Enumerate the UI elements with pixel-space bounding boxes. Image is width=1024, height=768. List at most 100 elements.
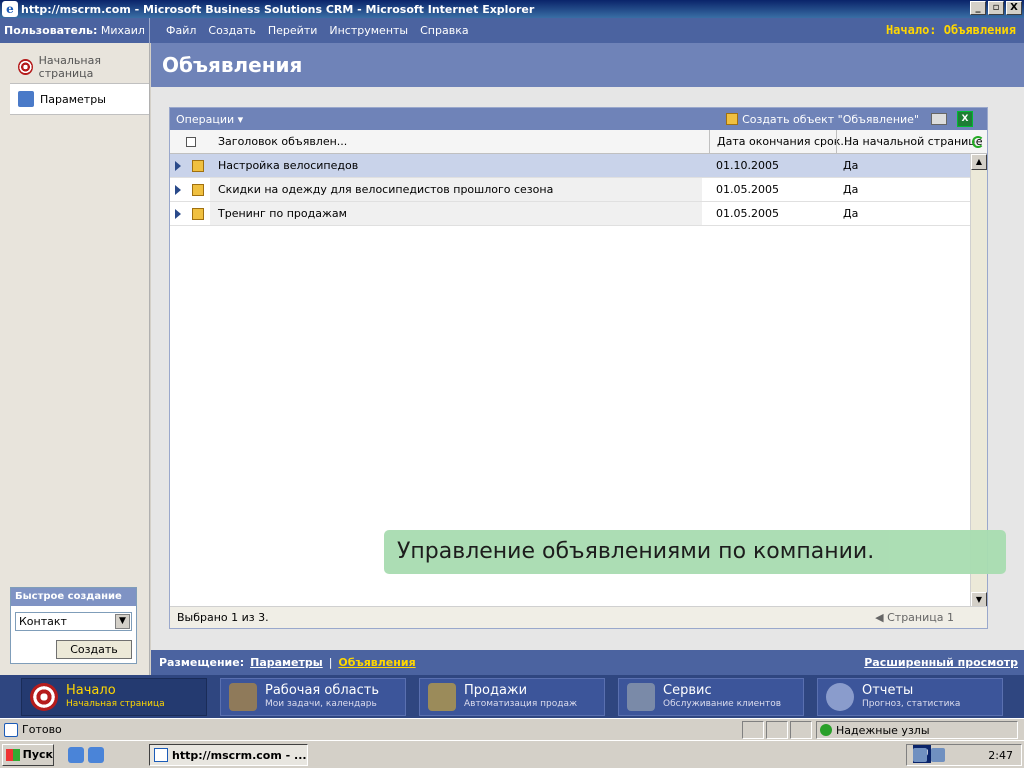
service-icon	[627, 682, 655, 711]
select-all-checkbox[interactable]	[186, 136, 196, 147]
check-icon	[820, 724, 832, 736]
quick-create-selected: Контакт	[19, 615, 67, 628]
grid-header: Заголовок объявлен... Дата окончания сро…	[170, 129, 987, 154]
column-header-title[interactable]: Заголовок объявлен...	[218, 135, 347, 148]
print-icon[interactable]	[931, 113, 947, 125]
maximize-button[interactable]: ▫	[988, 1, 1004, 15]
expand-arrow-icon[interactable]	[175, 208, 181, 219]
advanced-view-link[interactable]: Расширенный просмотр	[864, 656, 1018, 669]
row-home-page: Да	[843, 183, 859, 196]
refresh-icon[interactable]	[972, 135, 984, 148]
nav-tab-subtitle: Обслуживание клиентов	[663, 698, 782, 709]
user-info: Пользователь: Михаил ...	[0, 18, 150, 43]
network-icon[interactable]	[913, 748, 927, 762]
bottom-navigation: Начало Начальная страница Рабочая область…	[0, 675, 1024, 718]
start-button[interactable]: Пуск	[2, 743, 54, 766]
taskbar-window-button[interactable]: http://mscrm.com - ...	[149, 744, 308, 766]
create-announcement-button[interactable]: Создать объект "Объявление"	[726, 113, 919, 126]
breadcrumb-label: Размещение:	[159, 656, 245, 669]
grid-footer: Выбрано 1 из 3. ◀ Страница 1	[170, 606, 987, 628]
selection-count: Выбрано 1 из 3.	[177, 611, 269, 624]
nav-tab-subtitle: Мои задачи, календарь	[265, 698, 377, 709]
grid-toolbar: Операции ▾ Создать объект "Объявление" X	[170, 108, 987, 130]
nav-tab-reports[interactable]: Отчеты Прогноз, статистика	[817, 677, 1003, 716]
quick-create-title: Быстрое создание	[11, 588, 136, 606]
announcement-icon	[192, 159, 204, 172]
menu-help[interactable]: Справка	[420, 24, 468, 37]
chevron-down-icon[interactable]: ▼	[115, 614, 130, 629]
main-content: Объявления Операции ▾ Создать объект "Об…	[151, 43, 1024, 675]
breadcrumb-parameters[interactable]: Параметры	[250, 656, 323, 669]
table-row[interactable]: Скидки на одежду для велосипедистов прош…	[170, 178, 971, 202]
menu-create[interactable]: Создать	[208, 24, 256, 37]
nav-item-parameters[interactable]: Параметры	[10, 83, 149, 115]
nav-tab-title: Отчеты	[862, 682, 914, 698]
minimize-button[interactable]: _	[970, 1, 986, 15]
nav-tab-subtitle: Автоматизация продаж	[464, 698, 578, 709]
create-announcement-label: Создать объект "Объявление"	[742, 112, 919, 126]
nav-tab-home[interactable]: Начало Начальная страница	[21, 677, 207, 716]
menu-tools[interactable]: Инструменты	[329, 24, 408, 37]
system-tray: 2:47	[906, 744, 1022, 766]
nav-tab-workplace[interactable]: Рабочая область Мои задачи, календарь	[220, 677, 406, 716]
target-icon	[30, 682, 58, 711]
announcement-icon	[192, 207, 204, 220]
browser-statusbar: Готово Надежные узлы	[0, 718, 1024, 740]
user-name[interactable]: Михаил ...	[101, 24, 149, 37]
expand-arrow-icon[interactable]	[175, 184, 181, 195]
announcement-icon	[726, 113, 739, 125]
zone-label: Надежные узлы	[836, 723, 930, 737]
status-cell	[766, 720, 788, 739]
breadcrumb-announcements[interactable]: Объявления	[338, 656, 415, 669]
table-row[interactable]: Тренинг по продажам 01.05.2005 Да	[170, 202, 971, 226]
left-navigation: Начальная страница Параметры Быстрое соз…	[0, 43, 150, 675]
nav-tab-title: Начало	[66, 682, 116, 698]
window-title: http://mscrm.com - Microsoft Business So…	[21, 2, 535, 16]
row-home-page: Да	[843, 159, 859, 172]
start-label: Пуск	[22, 748, 53, 761]
pager: ◀ Страница 1	[875, 611, 954, 624]
quick-create-select[interactable]: Контакт ▼	[15, 612, 132, 631]
status-text: Готово	[22, 723, 62, 736]
row-title[interactable]: Тренинг по продажам	[218, 207, 347, 220]
ie-quicklaunch-icon[interactable]	[68, 746, 84, 763]
row-title[interactable]: Скидки на одежду для велосипедистов прош…	[218, 183, 553, 196]
operations-menu[interactable]: Операции ▾	[176, 113, 243, 126]
excel-export-icon[interactable]: X	[957, 111, 973, 127]
row-end-date: 01.05.2005	[716, 183, 779, 196]
volume-icon[interactable]	[931, 748, 945, 762]
crm-menubar: Пользователь: Михаил ... Файл Создать Пе…	[0, 18, 1024, 43]
row-home-page: Да	[843, 207, 859, 220]
nav-tab-service[interactable]: Сервис Обслуживание клиентов	[618, 677, 804, 716]
ie-icon	[154, 748, 168, 762]
close-button[interactable]: X	[1006, 1, 1022, 15]
sales-icon	[428, 682, 456, 711]
target-icon	[18, 59, 33, 75]
expand-arrow-icon[interactable]	[175, 160, 181, 171]
page-title: Объявления	[151, 43, 1024, 87]
nav-item-home-page[interactable]: Начальная страница	[0, 51, 149, 83]
column-header-home-page[interactable]: На начальной странице	[836, 129, 983, 154]
reports-pie-icon	[826, 682, 854, 711]
nav-tab-sales[interactable]: Продажи Автоматизация продаж	[419, 677, 605, 716]
operations-label: Операции	[176, 112, 235, 126]
nav-item-label: Параметры	[40, 92, 106, 106]
quick-create-button[interactable]: Создать	[56, 640, 132, 659]
table-row[interactable]: Настройка велосипедов 01.10.2005 Да	[170, 154, 971, 178]
outlook-quicklaunch-icon[interactable]	[88, 746, 104, 763]
nav-tab-title: Сервис	[663, 682, 712, 698]
page-label: Страница 1	[887, 611, 954, 624]
scroll-up-icon[interactable]: ▲	[971, 154, 987, 170]
security-zone: Надежные узлы	[816, 721, 1018, 739]
ie-icon: e	[2, 1, 18, 17]
nav-item-label: Начальная страница	[38, 54, 101, 80]
menu-file[interactable]: Файл	[166, 24, 196, 37]
windows-logo-icon	[6, 748, 20, 761]
menu-go[interactable]: Перейти	[268, 24, 318, 37]
taskbar-window-label: http://mscrm.com - ...	[172, 748, 307, 762]
nav-tab-subtitle: Прогноз, статистика	[862, 698, 961, 709]
column-header-end-date[interactable]: Дата окончания срок...	[709, 129, 851, 154]
nav-tab-title: Продажи	[464, 682, 528, 698]
row-title[interactable]: Настройка велосипедов	[218, 159, 358, 172]
window-titlebar: e http://mscrm.com - Microsoft Business …	[0, 0, 1024, 18]
